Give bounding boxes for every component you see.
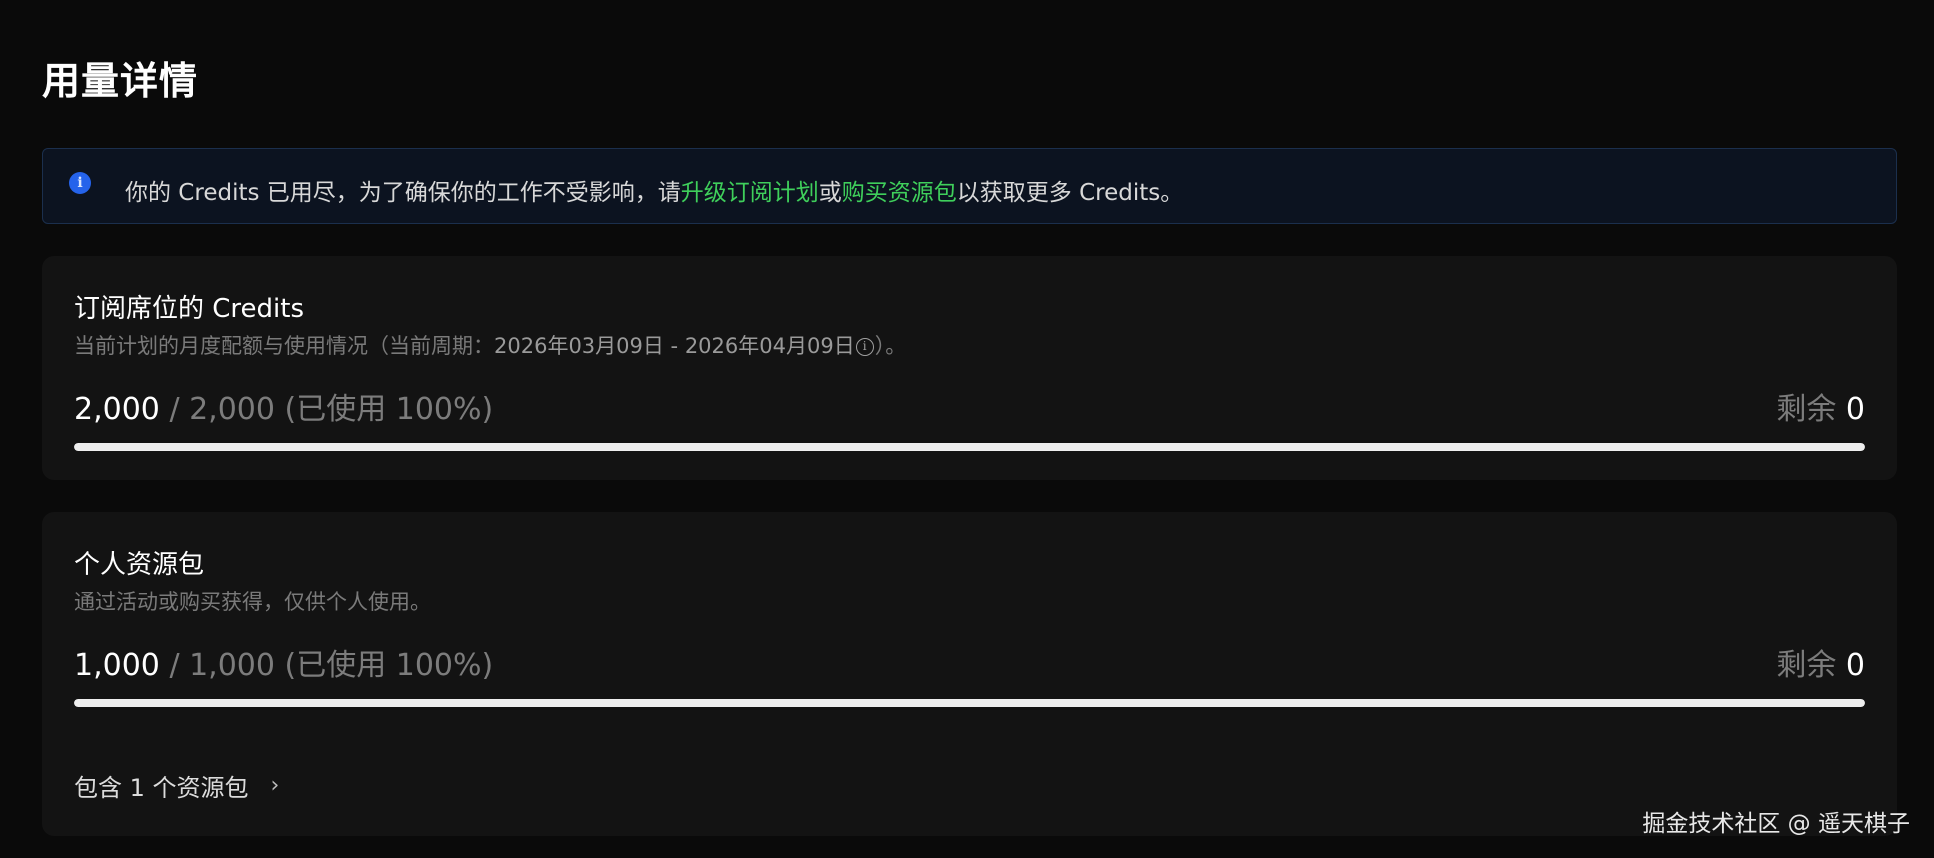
credits-exhausted-alert: i 你的 Credits 已用尽，为了确保你的工作不受影响，请升级订阅计划或购买… (42, 148, 1897, 224)
current-period: 2026年03月09日 - 2026年04月09日 (494, 334, 855, 358)
progress-fill (74, 443, 1865, 451)
progress-fill (74, 699, 1865, 707)
total-credits: / 2,000 (已使用 100%) (169, 392, 494, 427)
used-credits: 2,000 (74, 392, 160, 427)
card-subtitle: 通过活动或购买获得，仅供个人使用。 (74, 590, 431, 614)
usage-progress-bar (74, 699, 1865, 707)
usage-details-page: 用量详情 i 你的 Credits 已用尽，为了确保你的工作不受影响，请升级订阅… (0, 0, 1934, 858)
remaining-credits: 剩余 0 (1776, 648, 1865, 683)
buy-package-link[interactable]: 购买资源包 (842, 180, 957, 206)
info-icon: i (69, 172, 91, 194)
usage-summary: 2,000 / 2,000 (已使用 100%) (74, 384, 493, 428)
remaining-credits: 剩余 0 (1776, 392, 1865, 427)
subscription-credits-card: 订阅席位的 Credits 当前计划的月度配额与使用情况（当前周期：2026年0… (42, 256, 1897, 480)
info-icon[interactable]: i (855, 338, 874, 356)
usage-summary: 1,000 / 1,000 (已使用 100%) (74, 640, 493, 684)
alert-message: 你的 Credits 已用尽，为了确保你的工作不受影响，请升级订阅计划或购买资源… (125, 180, 1184, 206)
card-title: 个人资源包 (74, 550, 205, 580)
upgrade-plan-link[interactable]: 升级订阅计划 (681, 180, 819, 206)
personal-package-card: 个人资源包 通过活动或购买获得，仅供个人使用。 1,000 / 1,000 (已… (42, 512, 1897, 836)
watermark: 掘金技术社区 @ 遥天棋子 (1642, 811, 1910, 837)
packages-link[interactable]: 包含 1 个资源包 › (74, 768, 279, 803)
used-credits: 1,000 (74, 648, 160, 683)
total-credits: / 1,000 (已使用 100%) (169, 648, 494, 683)
page-title: 用量详情 (42, 59, 199, 103)
card-title: 订阅席位的 Credits (74, 294, 305, 324)
usage-progress-bar (74, 443, 1865, 451)
chevron-right-icon: › (270, 773, 280, 798)
card-subtitle: 当前计划的月度配额与使用情况（当前周期：2026年03月09日 - 2026年0… (74, 334, 907, 358)
